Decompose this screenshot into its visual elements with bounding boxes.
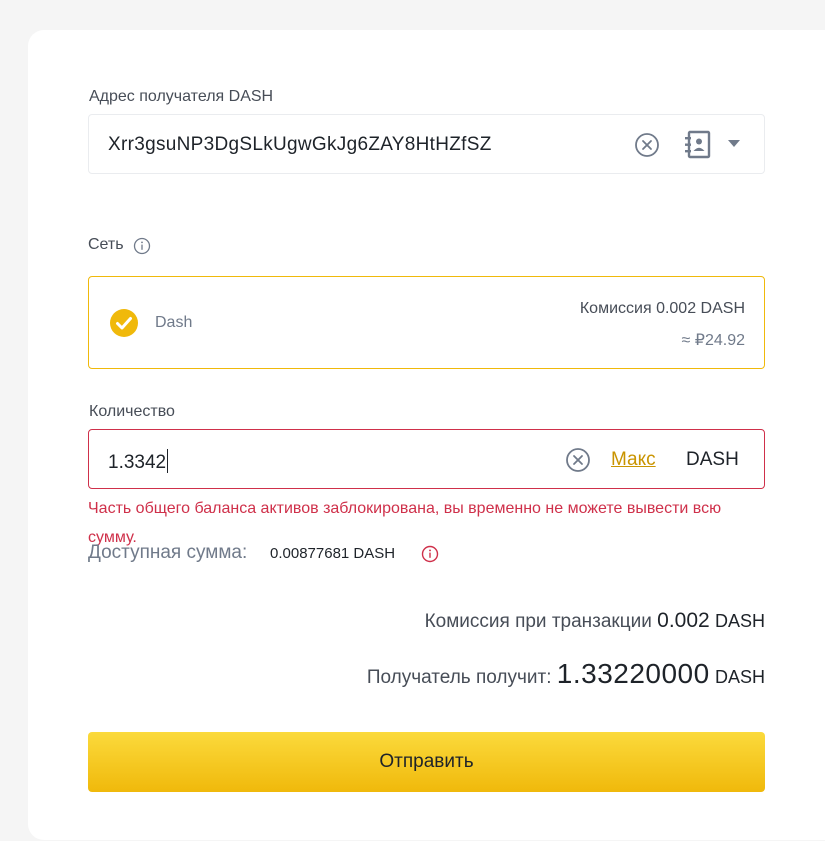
address-book-icon[interactable]	[683, 129, 713, 161]
address-label: Адрес получателя DASH	[89, 88, 274, 105]
amount-unit: DASH	[686, 449, 739, 470]
address-value[interactable]: Xrr3gsuNP3DgSLkUgwGkJg6ZAY8HtHZfSZ	[108, 134, 492, 156]
network-name: Dash	[155, 314, 193, 331]
receive-label: Получатель получит:	[366, 667, 552, 688]
dropdown-caret-icon[interactable]	[727, 139, 741, 149]
network-label: Сеть	[88, 236, 124, 253]
network-fee-fiat: ≈ ₽24.92	[681, 332, 745, 349]
available-value: 0.00877681 DASH	[270, 545, 396, 562]
info-icon[interactable]	[133, 237, 151, 255]
network-option[interactable]: Dash Комиссия 0.002 DASH ≈ ₽24.92	[88, 276, 765, 369]
transaction-fee-label: Комиссия при транзакции	[424, 611, 652, 632]
send-button[interactable]: Отправить	[88, 732, 765, 792]
available-label: Доступная сумма:	[88, 542, 248, 563]
text-caret	[167, 449, 169, 473]
transaction-fee-value: 0.002	[657, 609, 710, 632]
max-button[interactable]: Макс	[611, 449, 656, 471]
check-circle-icon	[110, 309, 138, 337]
network-fee: Комиссия 0.002 DASH	[579, 300, 745, 317]
amount-label: Количество	[89, 403, 175, 420]
receive-amount-row: Получатель получит: 1.33220000 DASH	[367, 658, 765, 690]
clear-icon[interactable]	[634, 132, 660, 158]
clear-amount-icon[interactable]	[565, 447, 591, 473]
address-input[interactable]: Xrr3gsuNP3DgSLkUgwGkJg6ZAY8HtHZfSZ	[88, 114, 765, 174]
amount-value[interactable]: 1.3342	[108, 449, 169, 474]
info-icon[interactable]	[421, 545, 439, 563]
transaction-fee-unit: DASH	[714, 611, 765, 631]
amount-input[interactable]: 1.3342 Макс DASH	[88, 429, 765, 489]
transaction-fee-row: Комиссия при транзакции 0.002 DASH	[425, 609, 765, 633]
receive-value: 1.33220000	[556, 658, 710, 689]
receive-unit: DASH	[714, 667, 765, 687]
